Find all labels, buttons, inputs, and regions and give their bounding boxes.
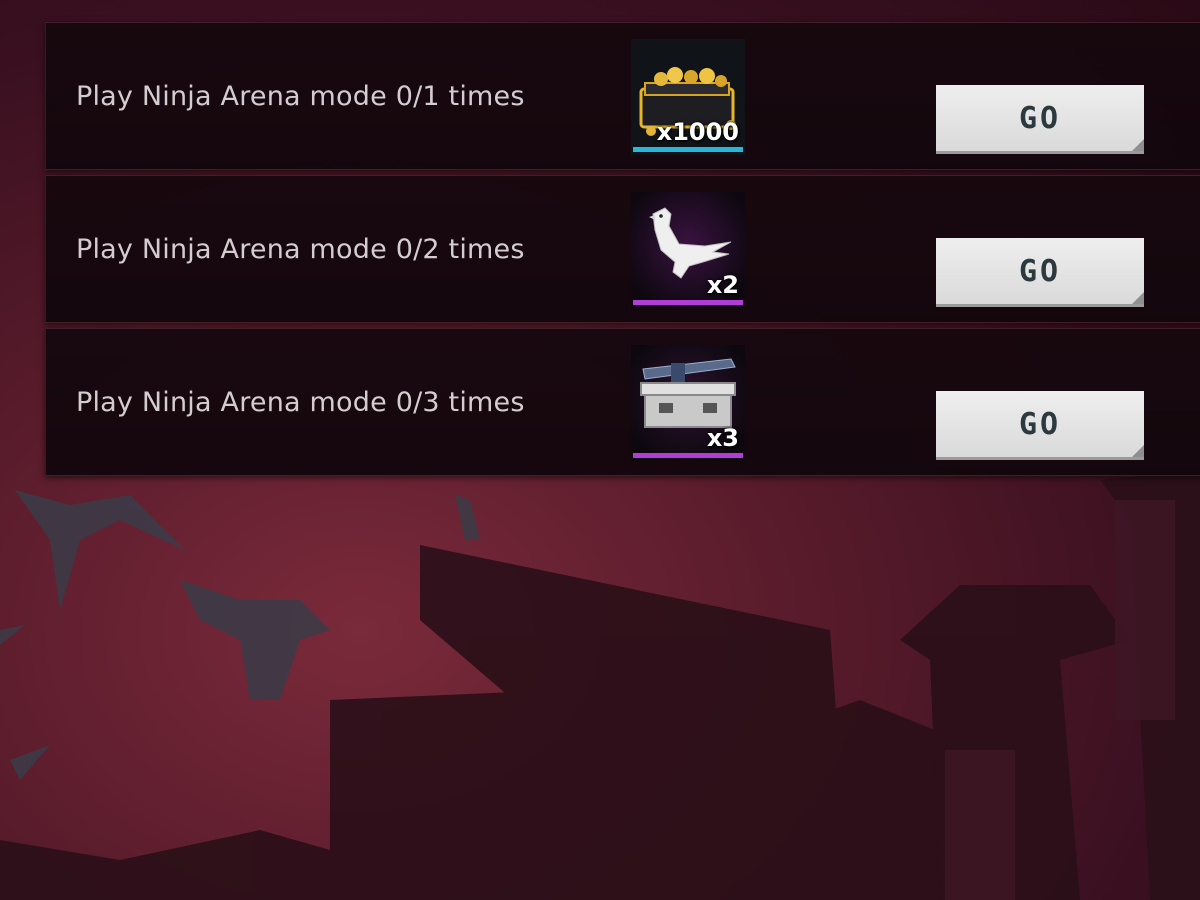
task-row: Play Ninja Arena mode 0/3 times x3 GO [45, 328, 1200, 476]
reward-quantity: x2 [706, 271, 739, 299]
rarity-bar [633, 147, 743, 152]
go-button[interactable]: GO [936, 238, 1144, 304]
go-button-label: GO [1018, 406, 1062, 442]
rarity-bar [633, 300, 743, 305]
reward-slot[interactable]: x3 [631, 345, 745, 461]
reward-quantity: x1000 [656, 118, 739, 146]
reward-slot[interactable]: x1000 [631, 39, 745, 155]
go-button[interactable]: GO [936, 85, 1144, 151]
task-row: Play Ninja Arena mode 0/2 times x2 GO [45, 175, 1200, 323]
go-button[interactable]: GO [936, 391, 1144, 457]
task-description: Play Ninja Arena mode 0/2 times [76, 234, 525, 265]
task-description: Play Ninja Arena mode 0/3 times [76, 387, 525, 418]
task-description: Play Ninja Arena mode 0/1 times [76, 81, 525, 112]
reward-slot[interactable]: x2 [631, 192, 745, 308]
go-button-label: GO [1018, 100, 1062, 136]
rarity-bar [633, 453, 743, 458]
go-button-label: GO [1018, 253, 1062, 289]
reward-quantity: x3 [706, 424, 739, 452]
task-row: Play Ninja Arena mode 0/1 times x1000 GO [45, 22, 1200, 170]
